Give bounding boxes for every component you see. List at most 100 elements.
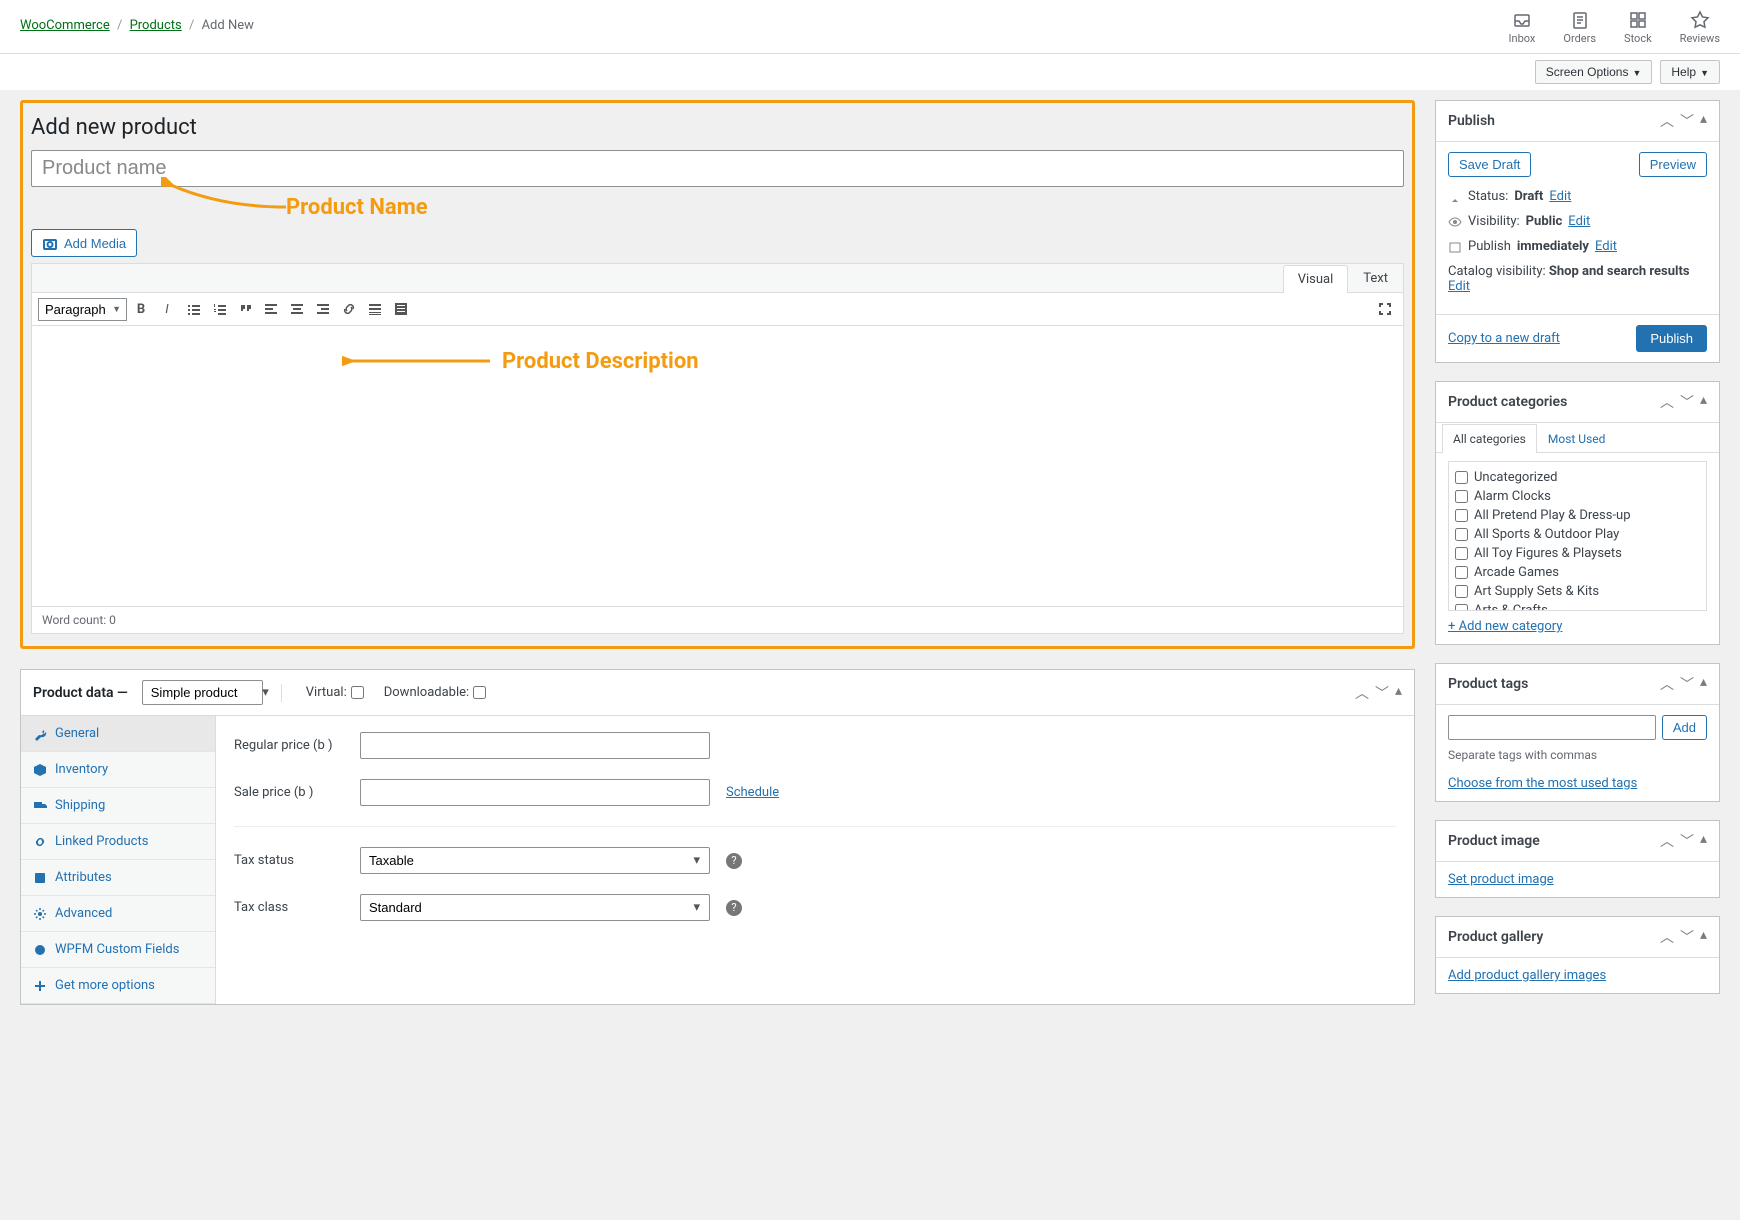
- annotation-frame: Add new product Product Name Add Media V…: [20, 100, 1415, 649]
- schedule-link[interactable]: Schedule: [726, 785, 779, 800]
- add-tag-button[interactable]: Add: [1662, 715, 1707, 740]
- help-icon[interactable]: ?: [726, 853, 742, 869]
- link-button[interactable]: [337, 297, 361, 321]
- edit-publish-link[interactable]: Edit: [1595, 239, 1617, 254]
- quote-button[interactable]: [233, 297, 257, 321]
- caret-up-icon[interactable]: ▴: [1700, 111, 1707, 131]
- tax-class-select[interactable]: Standard: [360, 894, 710, 921]
- chevron-up-icon[interactable]: ︿: [1660, 392, 1674, 412]
- topnav-inbox[interactable]: Inbox: [1509, 10, 1536, 53]
- tags-title: Product tags: [1448, 676, 1528, 692]
- tag-input[interactable]: [1448, 715, 1656, 740]
- category-item[interactable]: Arcade Games: [1455, 563, 1700, 582]
- chevron-up-icon[interactable]: ︿: [1355, 683, 1369, 703]
- tab-text[interactable]: Text: [1348, 264, 1403, 292]
- tax-status-select[interactable]: Taxable: [360, 847, 710, 874]
- publish-title: Publish: [1448, 113, 1495, 129]
- copy-draft-link[interactable]: Copy to a new draft: [1448, 331, 1560, 346]
- breadcrumb-woocommerce[interactable]: WooCommerce: [20, 18, 110, 33]
- set-product-image-link[interactable]: Set product image: [1448, 872, 1554, 887]
- help-icon[interactable]: ?: [726, 900, 742, 916]
- chevron-down-icon[interactable]: ﹀: [1680, 927, 1694, 947]
- topnav-reviews[interactable]: Reviews: [1680, 10, 1720, 53]
- pd-tab-inventory[interactable]: Inventory: [21, 752, 215, 788]
- sale-price-input[interactable]: [360, 779, 710, 806]
- publish-button[interactable]: Publish: [1636, 325, 1707, 352]
- breadcrumb-current: Add New: [202, 18, 254, 33]
- breadcrumb: WooCommerce / Products / Add New: [20, 10, 254, 33]
- save-draft-button[interactable]: Save Draft: [1448, 152, 1531, 177]
- chevron-down-icon[interactable]: ﹀: [1680, 674, 1694, 694]
- description-editor[interactable]: Product Description: [32, 326, 1403, 606]
- chevron-up-icon[interactable]: ︿: [1660, 674, 1674, 694]
- downloadable-checkbox[interactable]: Downloadable:: [384, 684, 486, 702]
- chevron-down-icon[interactable]: ﹀: [1680, 111, 1694, 131]
- cat-tab-all[interactable]: All categories: [1442, 424, 1537, 453]
- edit-catalog-link[interactable]: Edit: [1448, 279, 1470, 294]
- pd-tab-advanced[interactable]: Advanced: [21, 896, 215, 932]
- ol-button[interactable]: [207, 297, 231, 321]
- bold-button[interactable]: B: [129, 297, 153, 321]
- more-button[interactable]: [363, 297, 387, 321]
- pd-tab-linked[interactable]: Linked Products: [21, 824, 215, 860]
- ul-button[interactable]: [181, 297, 205, 321]
- screen-options-button[interactable]: Screen Options▼: [1535, 60, 1653, 84]
- align-right-button[interactable]: [311, 297, 335, 321]
- category-item[interactable]: Art Supply Sets & Kits: [1455, 582, 1700, 601]
- product-type-select[interactable]: Simple product: [142, 680, 263, 705]
- add-gallery-images-link[interactable]: Add product gallery images: [1448, 968, 1606, 983]
- italic-button[interactable]: I: [155, 297, 179, 321]
- category-item[interactable]: All Toy Figures & Playsets: [1455, 544, 1700, 563]
- pd-tab-attributes[interactable]: Attributes: [21, 860, 215, 896]
- add-media-button[interactable]: Add Media: [31, 229, 137, 257]
- caret-up-icon[interactable]: ▴: [1700, 392, 1707, 412]
- category-item[interactable]: All Pretend Play & Dress-up: [1455, 506, 1700, 525]
- category-item[interactable]: Arts & Crafts: [1455, 601, 1700, 611]
- category-list[interactable]: Uncategorized Alarm Clocks All Pretend P…: [1448, 461, 1707, 611]
- regular-price-input[interactable]: [360, 732, 710, 759]
- preview-button[interactable]: Preview: [1639, 152, 1707, 177]
- help-button[interactable]: Help▼: [1660, 60, 1720, 84]
- edit-status-link[interactable]: Edit: [1549, 189, 1571, 204]
- paragraph-select[interactable]: Paragraph: [38, 298, 127, 321]
- orders-icon: [1570, 10, 1590, 30]
- chevron-up-icon[interactable]: ︿: [1660, 111, 1674, 131]
- tax-class-label: Tax class: [234, 900, 344, 915]
- add-category-link[interactable]: + Add new category: [1448, 619, 1562, 634]
- pd-tab-shipping[interactable]: Shipping: [21, 788, 215, 824]
- caret-up-icon[interactable]: ▴: [1700, 927, 1707, 947]
- choose-tags-link[interactable]: Choose from the most used tags: [1448, 776, 1707, 791]
- chevron-down-icon[interactable]: ﹀: [1680, 831, 1694, 851]
- caret-up-icon[interactable]: ▴: [1395, 683, 1402, 703]
- toolbar-toggle-button[interactable]: [389, 297, 413, 321]
- cat-tab-most[interactable]: Most Used: [1537, 424, 1617, 453]
- truck-icon: [33, 799, 47, 813]
- pd-tab-more[interactable]: Get more options: [21, 968, 215, 1004]
- pin-icon: [1448, 190, 1462, 204]
- category-item[interactable]: Uncategorized: [1455, 468, 1700, 487]
- fullscreen-button[interactable]: [1373, 297, 1397, 321]
- link-icon: [33, 835, 47, 849]
- page-title: Add new product: [31, 115, 1404, 140]
- topnav-stock[interactable]: Stock: [1624, 10, 1652, 53]
- category-item[interactable]: Alarm Clocks: [1455, 487, 1700, 506]
- inventory-icon: [33, 763, 47, 777]
- pd-tab-general[interactable]: General: [21, 716, 215, 752]
- chevron-up-icon[interactable]: ︿: [1660, 927, 1674, 947]
- breadcrumb-products[interactable]: Products: [130, 18, 182, 33]
- align-left-button[interactable]: [259, 297, 283, 321]
- topnav-orders[interactable]: Orders: [1563, 10, 1596, 53]
- caret-up-icon[interactable]: ▴: [1700, 674, 1707, 694]
- align-center-button[interactable]: [285, 297, 309, 321]
- pd-tab-wpfm[interactable]: WPFM Custom Fields: [21, 932, 215, 968]
- chevron-down-icon[interactable]: ﹀: [1375, 683, 1389, 703]
- category-item[interactable]: All Sports & Outdoor Play: [1455, 525, 1700, 544]
- sale-price-label: Sale price (b ): [234, 785, 344, 800]
- tab-visual[interactable]: Visual: [1283, 265, 1349, 293]
- virtual-checkbox[interactable]: Virtual:: [306, 684, 364, 702]
- chevron-up-icon[interactable]: ︿: [1660, 831, 1674, 851]
- chevron-down-icon[interactable]: ﹀: [1680, 392, 1694, 412]
- edit-visibility-link[interactable]: Edit: [1568, 214, 1590, 229]
- calendar-icon: [1448, 240, 1462, 254]
- caret-up-icon[interactable]: ▴: [1700, 831, 1707, 851]
